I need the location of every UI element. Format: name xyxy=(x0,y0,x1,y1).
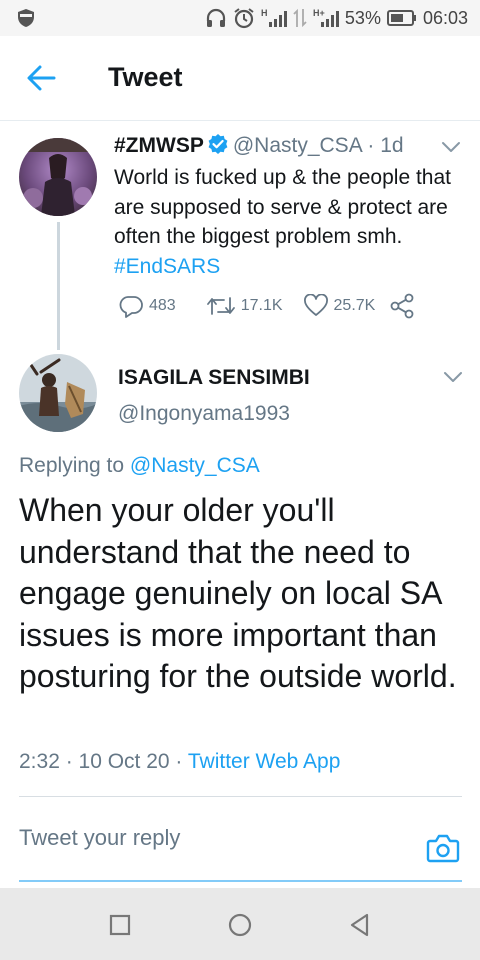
recents-square-icon[interactable] xyxy=(105,910,135,940)
timestamp: 2:32 · 10 Oct 20 · xyxy=(19,750,188,773)
retweet-action[interactable]: 17.1K xyxy=(206,294,283,318)
tweet-text: World is fucked up & the people that are… xyxy=(114,163,468,281)
like-action[interactable]: 25.7K xyxy=(303,294,376,318)
battery-percent: 53% xyxy=(344,7,381,28)
back-triangle-icon[interactable] xyxy=(345,910,375,940)
avatar[interactable] xyxy=(19,138,97,216)
svg-text:H: H xyxy=(261,8,268,18)
home-circle-icon[interactable] xyxy=(225,910,255,940)
avatar[interactable] xyxy=(19,354,97,432)
reply-count: 483 xyxy=(149,297,176,314)
replying-to-label: Replying to xyxy=(19,454,130,477)
headphones-icon xyxy=(206,8,226,27)
thread-connector xyxy=(57,222,60,350)
replying-to-link[interactable]: @Nasty_CSA xyxy=(130,454,260,477)
reply-input[interactable] xyxy=(19,818,399,858)
share-icon xyxy=(390,293,414,319)
navigation-bar xyxy=(0,888,480,960)
retweet-icon xyxy=(206,297,235,315)
source-link[interactable]: Twitter Web App xyxy=(188,750,341,773)
reply-action[interactable]: 483 xyxy=(118,294,176,318)
tweet-meta: 2:32 · 10 Oct 20 · Twitter Web App xyxy=(19,750,340,774)
battery-icon xyxy=(386,10,416,26)
handle[interactable]: @Ingonyama1993 xyxy=(118,402,290,426)
display-name[interactable]: ISAGILA SENSIMBI xyxy=(118,366,310,390)
display-name[interactable]: #ZMWSP xyxy=(114,134,204,157)
tweet-actions: 483 17.1K 25.7K xyxy=(118,293,415,319)
divider xyxy=(19,796,462,797)
tweet-body: World is fucked up & the people that are… xyxy=(114,166,451,248)
signal-h-icon: H xyxy=(261,8,287,27)
heart-icon xyxy=(303,294,328,316)
reply-icon xyxy=(119,296,143,318)
tweet-header: #ZMWSP @Nasty_CSA · 1d xyxy=(114,133,404,158)
replying-to: Replying to @Nasty_CSA xyxy=(19,454,260,478)
top-app-bar: Tweet xyxy=(0,36,480,121)
like-count: 25.7K xyxy=(333,297,376,314)
alarm-icon xyxy=(234,8,254,29)
hashtag-link[interactable]: #EndSARS xyxy=(114,255,220,278)
time-ago: · 1d xyxy=(367,134,404,157)
status-bar: H H+ 53% 06:03 xyxy=(0,0,480,36)
chevron-down-icon[interactable] xyxy=(442,370,464,384)
reply-underline xyxy=(19,880,462,882)
verified-badge-icon xyxy=(208,134,228,154)
camera-icon[interactable] xyxy=(426,833,460,863)
retweet-count: 17.1K xyxy=(240,297,283,314)
back-arrow-icon[interactable] xyxy=(24,62,60,94)
signal-hplus-icon: H+ xyxy=(313,8,339,27)
chevron-down-icon[interactable] xyxy=(440,140,462,154)
clock: 06:03 xyxy=(422,7,468,28)
svg-text:H+: H+ xyxy=(313,8,325,18)
handle[interactable]: @Nasty_CSA xyxy=(233,134,362,157)
page-title: Tweet xyxy=(108,62,183,92)
tweet-text: When your older you'll understand that t… xyxy=(19,492,457,694)
data-transfer-icon xyxy=(293,8,307,28)
share-action[interactable] xyxy=(389,293,415,319)
shield-icon xyxy=(18,9,34,27)
